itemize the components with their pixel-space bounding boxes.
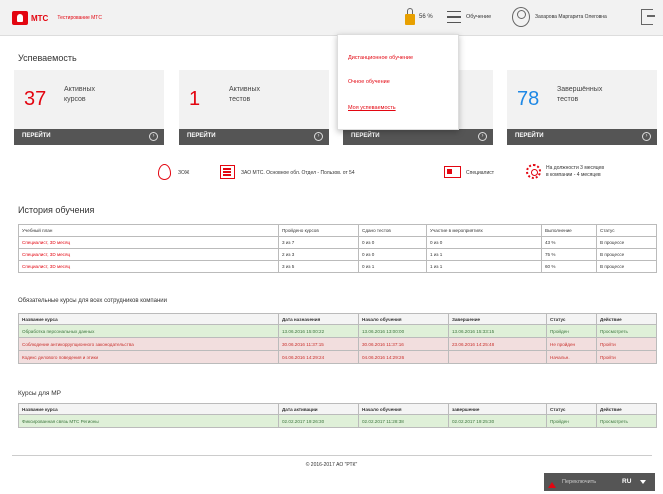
mandatory-title: Обязательные курсы для всех сотрудников … (18, 298, 168, 304)
table-header-row: Название курса Дата активации Начало обу… (18, 403, 657, 415)
card-label: Активных курсов (64, 86, 96, 103)
tenure-text: На должности 3 месяцев в компании - 4 ме… (546, 165, 604, 178)
drop-icon (158, 164, 171, 180)
arrow-right-icon: › (478, 132, 487, 141)
user-name[interactable]: Захарова Маргарита Олеговна (535, 14, 607, 20)
battery-percent: 56 % (419, 14, 433, 20)
mts-flag-icon (548, 482, 556, 488)
building-icon (220, 165, 235, 179)
card-number: 78 (517, 88, 540, 110)
card-go-button[interactable]: ПЕРЕЙТИ › (14, 129, 164, 145)
copyright-text: © 2016-2017 АО "РТК" (305, 462, 358, 468)
plan-link[interactable]: Специалист, 3D месяц (18, 248, 279, 261)
logo-subtitle: Тестирование МТС (57, 15, 102, 21)
drop-text: ЗОЖ (178, 170, 190, 176)
arrow-right-icon: › (314, 132, 323, 141)
language-code: RU (622, 478, 632, 485)
language-label: Переключить (562, 479, 597, 485)
gear-icon (526, 164, 541, 179)
card-completed-tests: 78 Завершённых тестов ПЕРЕЙТИ › (507, 70, 657, 145)
table-row: Фиксированная связь МТС Регионы 02.02.20… (18, 414, 657, 428)
top-bar: МТС Тестирование МТС 56 % Обучение Захар… (0, 0, 663, 36)
position-text: Специалист (466, 170, 495, 176)
table-row: Обработка персональных данных 13.06.2016… (18, 324, 657, 338)
department-text: ЗАО МТС. Основное обл. Отдел - Пользов. … (241, 170, 355, 176)
view-link[interactable]: Просмотреть (596, 324, 657, 338)
table-header-row: Название курса Дата назначения Начало об… (18, 313, 657, 325)
language-switcher[interactable]: Переключить RU (544, 473, 655, 491)
table-row: Специалист, 3D месяц 3 из 7 0 из 0 0 из … (18, 236, 657, 249)
mts-logo[interactable]: МТС Тестирование МТС (12, 11, 102, 25)
history-title: История обучения (18, 205, 95, 215)
menu-item-classroom-learning[interactable]: Очное обучение (348, 79, 390, 85)
menu-item-distance-learning[interactable]: Дистанционное обучение (348, 55, 413, 61)
arrow-right-icon: › (149, 132, 158, 141)
user-avatar-icon[interactable] (512, 7, 530, 27)
menu-item-my-progress[interactable]: Моя успеваемость (348, 105, 396, 111)
menu-icon[interactable] (447, 11, 461, 23)
mandatory-courses-table: Название курса Дата назначения Начало об… (18, 313, 657, 364)
card-number: 37 (24, 88, 47, 110)
table-row: Специалист, 3D месяц 2 из 3 0 из 0 1 из … (18, 248, 657, 261)
card-label: Завершённых тестов (557, 86, 603, 103)
plan-link[interactable]: Специалист, 3D месяц (18, 236, 279, 249)
mp-courses-title: Курсы для МР (18, 390, 61, 397)
logo-text: МТС (31, 13, 49, 23)
learning-dropdown-menu: Дистанционное обучение Очное обучение Мо… (337, 34, 459, 130)
card-label: Активных тестов (229, 86, 261, 103)
chevron-down-icon (640, 480, 646, 484)
view-link[interactable]: Просмотреть (596, 414, 657, 428)
mts-egg-icon (12, 11, 28, 25)
mp-courses-table: Название курса Дата активации Начало обу… (18, 403, 657, 428)
card-active-courses: 37 Активных курсов ПЕРЕЙТИ › (14, 70, 164, 145)
arrow-right-icon: › (642, 132, 651, 141)
card-go-button[interactable]: ПЕРЕЙТИ › (343, 129, 493, 145)
table-row: Кодекс делового поведения и этики 04.06.… (18, 350, 657, 364)
card-active-tests: 1 Активных тестов ПЕРЕЙТИ › (179, 70, 329, 145)
card-go-button[interactable]: ПЕРЕЙТИ › (179, 129, 329, 145)
take-course-link[interactable]: Пройти (596, 337, 657, 351)
history-table: Учебный план Пройдено курсов Сдано тесто… (18, 224, 657, 273)
employee-info-row: ЗОЖ ЗАО МТС. Основное обл. Отдел - Польз… (0, 164, 663, 184)
table-row: Специалист, 3D месяц 3 из 5 0 из 1 1 из … (18, 260, 657, 273)
table-row: Соблюдение антикоррупционного законодате… (18, 337, 657, 351)
take-course-link[interactable]: Пройти (596, 350, 657, 364)
id-card-icon (444, 166, 461, 178)
logout-icon[interactable] (641, 9, 655, 25)
card-number: 1 (189, 88, 201, 110)
table-header-row: Учебный план Пройдено курсов Сдано тесто… (18, 224, 657, 237)
card-go-button[interactable]: ПЕРЕЙТИ › (507, 129, 657, 145)
footer-divider (12, 455, 652, 456)
lock-icon (405, 8, 415, 26)
progress-title: Успеваемость (18, 53, 77, 63)
menu-label[interactable]: Обучение (466, 14, 491, 20)
plan-link[interactable]: Специалист, 3D месяц (18, 260, 279, 273)
